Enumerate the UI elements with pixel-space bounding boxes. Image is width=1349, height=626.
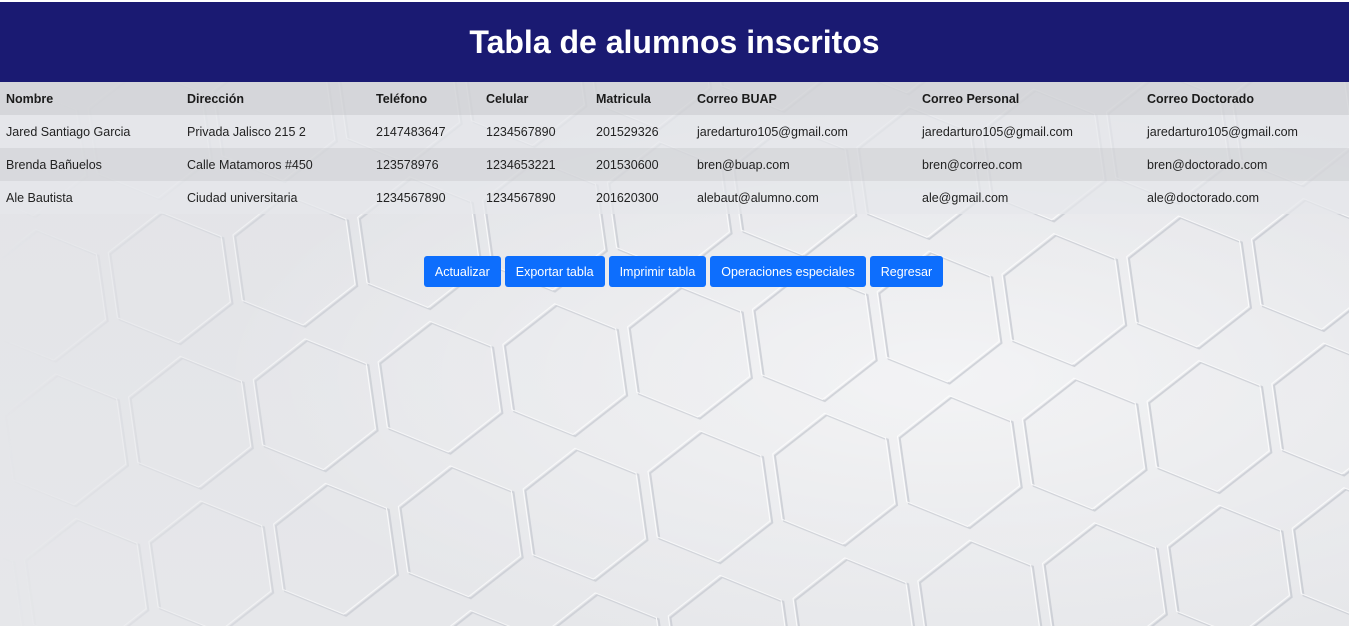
action-buttons: Actualizar Exportar tabla Imprimir tabla… (0, 256, 1349, 287)
table-row: Ale Bautista Ciudad universitaria 123456… (0, 181, 1349, 214)
cell-nombre: Brenda Bañuelos (6, 157, 102, 172)
column-header-correo-doctorado: Correo Doctorado (1147, 91, 1254, 106)
cell-nombre: Jared Santiago Garcia (6, 124, 131, 139)
cell-direccion: Privada Jalisco 215 2 (187, 124, 306, 139)
print-table-button[interactable]: Imprimir tabla (608, 256, 707, 287)
cell-correo-personal: jaredarturo105@gmail.com (922, 124, 1073, 139)
table-header-row: Nombre Dirección Teléfono Celular Matric… (0, 82, 1349, 115)
page-title: Tabla de alumnos inscritos (469, 23, 880, 60)
column-header-telefono: Teléfono (376, 91, 428, 106)
column-header-correo-personal: Correo Personal (922, 91, 1020, 106)
column-header-celular: Celular (486, 91, 529, 106)
cell-correo-doctorado: bren@doctorado.com (1147, 157, 1268, 172)
cell-correo-personal: ale@gmail.com (922, 190, 1009, 205)
cell-correo-doctorado: jaredarturo105@gmail.com (1147, 124, 1298, 139)
back-button[interactable]: Regresar (869, 256, 944, 287)
cell-matricula: 201529326 (596, 124, 659, 139)
students-table: Nombre Dirección Teléfono Celular Matric… (0, 82, 1349, 214)
cell-correo-buap: bren@buap.com (697, 157, 790, 172)
cell-celular: 1234567890 (486, 190, 556, 205)
cell-telefono: 2147483647 (376, 124, 446, 139)
column-header-correo-buap: Correo BUAP (697, 91, 777, 106)
page-header: Tabla de alumnos inscritos (0, 2, 1349, 82)
column-header-nombre: Nombre (6, 91, 54, 106)
cell-matricula: 201530600 (596, 157, 659, 172)
cell-telefono: 1234567890 (376, 190, 446, 205)
export-table-button[interactable]: Exportar tabla (504, 256, 605, 287)
update-button[interactable]: Actualizar (423, 256, 501, 287)
cell-matricula: 201620300 (596, 190, 659, 205)
column-header-direccion: Dirección (187, 91, 244, 106)
table-row: Brenda Bañuelos Calle Matamoros #450 123… (0, 148, 1349, 181)
cell-celular: 1234567890 (486, 124, 556, 139)
cell-direccion: Calle Matamoros #450 (187, 157, 313, 172)
cell-direccion: Ciudad universitaria (187, 190, 298, 205)
column-header-matricula: Matricula (596, 91, 651, 106)
cell-correo-personal: bren@correo.com (922, 157, 1023, 172)
cell-correo-buap: jaredarturo105@gmail.com (697, 124, 848, 139)
cell-correo-doctorado: ale@doctorado.com (1147, 190, 1260, 205)
special-operations-button[interactable]: Operaciones especiales (710, 256, 866, 287)
cell-correo-buap: alebaut@alumno.com (697, 190, 819, 205)
cell-nombre: Ale Bautista (6, 190, 73, 205)
cell-telefono: 123578976 (376, 157, 439, 172)
cell-celular: 1234653221 (486, 157, 556, 172)
table-row: Jared Santiago Garcia Privada Jalisco 21… (0, 115, 1349, 148)
